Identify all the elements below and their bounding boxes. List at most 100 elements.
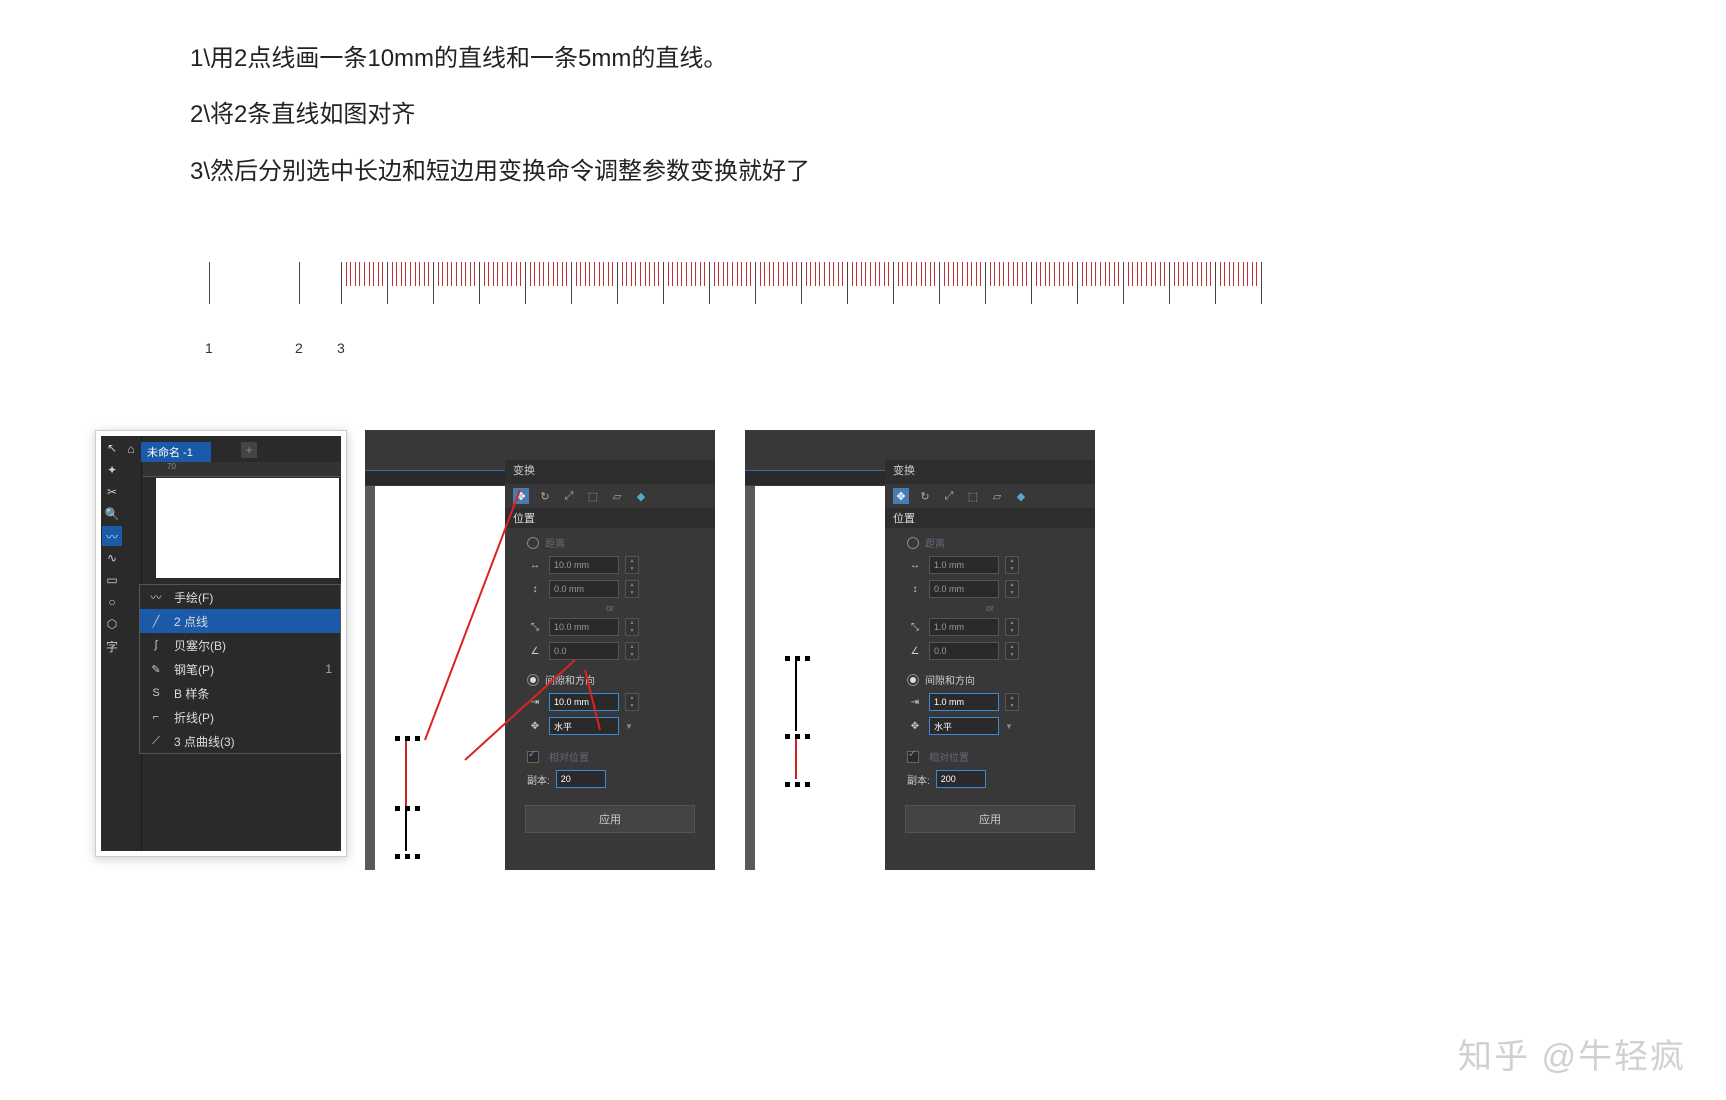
length-input-p3[interactable]: 1.0 mm [929,618,999,636]
relative-checkbox[interactable] [527,751,539,763]
rectangle-tool-icon[interactable]: ▭ [102,570,122,590]
relative-checkbox-p3[interactable] [907,751,919,763]
len-spinner-p3[interactable]: ▲▼ [1005,618,1019,636]
freehand-tool-icon[interactable]: 〰 [102,526,122,546]
pen-icon: ✎ [148,663,164,676]
three-point-icon: ⟋ [148,735,164,748]
transform-skew-icon[interactable]: ▱ [609,488,625,504]
transform-size-icon-p3[interactable]: ⬚ [965,488,981,504]
transform-3d-icon-p3[interactable]: ◆ [1013,488,1029,504]
length-input[interactable]: 10.0 mm [549,618,619,636]
h-distance-icon: ↔ [527,560,543,571]
label-gap-direction-p3: 间隙和方向 [925,672,975,687]
ruler-illustration: 1 2 3 [195,262,1295,322]
p2-canvas[interactable] [365,486,505,870]
ang-spinner[interactable]: ▲▼ [625,642,639,660]
flyout-freehand[interactable]: 〰 手绘(F) [140,585,340,609]
flyout-bezier[interactable]: ∫ 贝塞尔(B) [140,633,340,657]
gap-input[interactable]: 10.0 mm [549,693,619,711]
gap-spinner-p3[interactable]: ▲▼ [1005,693,1019,711]
apply-button-p3[interactable]: 应用 [905,805,1075,833]
flyout-freehand-label: 手绘(F) [174,589,213,606]
polygon-tool-icon[interactable]: ⬡ [102,614,122,634]
section-position: 位置 [505,508,715,528]
crop-tool-icon[interactable]: ✂ [102,482,122,502]
transform-rotate-icon-p3[interactable]: ↻ [917,488,933,504]
horizontal-ruler: 70 [143,462,341,477]
len-spinner[interactable]: ▲▼ [625,618,639,636]
v-distance-input[interactable]: 0.0 mm [549,580,619,598]
flyout-three-point-curve[interactable]: ⟋ 3 点曲线(3) [140,729,340,753]
copies-input-p3[interactable]: 200 [936,770,986,788]
ruler-label-2: 2 [295,340,303,356]
transform-3d-icon[interactable]: ◆ [633,488,649,504]
transform-scale-icon[interactable]: ⤢ [561,488,577,504]
bspline-icon: S [148,687,164,699]
angle-icon: ∠ [527,646,543,657]
transform-docker-p2: 变换 ✥ ↻ ⤢ ⬚ ▱ ◆ 位置 距离 ↔10.0 mm▲▼ ↕0.0 mm▲… [505,460,715,870]
length-icon-p3: ⤡ [907,622,923,633]
flyout-three-point-label: 3 点曲线(3) [174,733,235,750]
new-tab-button[interactable]: + [241,442,257,458]
flyout-polyline[interactable]: ⌐ 折线(P) [140,705,340,729]
flyout-pen-shortcut: 1 [325,662,332,676]
apply-button[interactable]: 应用 [525,805,695,833]
shape-tool-icon[interactable]: ✦ [102,460,122,480]
gap-input-p3[interactable]: 1.0 mm [929,693,999,711]
transform-size-icon[interactable]: ⬚ [585,488,601,504]
or-separator: or [515,601,705,615]
flyout-pen-label: 钢笔(P) [174,661,214,678]
sample-line-5mm-p3 [795,739,797,779]
h-distance-input[interactable]: 10.0 mm [549,556,619,574]
v-distance-icon-p3: ↕ [907,584,923,595]
direction-icon: ✥ [527,721,543,732]
p3-canvas[interactable] [745,486,885,870]
transform-rotate-icon[interactable]: ↻ [537,488,553,504]
direction-icon-p3: ✥ [907,721,923,732]
angle-input-p3[interactable]: 0.0 [929,642,999,660]
v-distance-input-p3[interactable]: 0.0 mm [929,580,999,598]
instruction-3: 3\然后分别选中长边和短边用变换命令调整参数变换就好了 [190,153,1726,191]
canvas-area[interactable] [156,478,339,578]
dropdown-icon[interactable]: ▼ [625,722,633,731]
flyout-pen[interactable]: ✎ 钢笔(P) 1 [140,657,340,681]
flyout-bspline[interactable]: S B 样条 [140,681,340,705]
v-spinner-p3[interactable]: ▲▼ [1005,580,1019,598]
radio-distance[interactable] [527,537,539,549]
label-gap-direction: 间隙和方向 [545,672,595,687]
angle-input[interactable]: 0.0 [549,642,619,660]
text-tool-icon[interactable]: 字 [102,636,122,656]
v-spinner[interactable]: ▲▼ [625,580,639,598]
transform-position-icon-p3[interactable]: ✥ [893,488,909,504]
flyout-polyline-label: 折线(P) [174,709,214,726]
transform-scale-icon-p3[interactable]: ⤢ [941,488,957,504]
line-tool-flyout: 〰 手绘(F) ╱ 2 点线 ∫ 贝塞尔(B) ✎ 钢笔(P) 1 S B 样条… [139,584,341,754]
transform-position-icon[interactable]: ✥ [513,488,529,504]
zoom-tool-icon[interactable]: 🔍 [102,504,122,524]
radio-distance-p3[interactable] [907,537,919,549]
copies-label: 副本: [527,772,550,787]
polyline-icon: ⌐ [148,711,164,723]
direction-select[interactable]: 水平 [549,717,619,735]
flyout-two-point-line[interactable]: ╱ 2 点线 [140,609,340,633]
artistic-tool-icon[interactable]: ∿ [102,548,122,568]
home-icon[interactable]: ⌂ [123,442,139,456]
direction-select-p3[interactable]: 水平 [929,717,999,735]
instruction-2: 2\将2条直线如图对齐 [190,96,1726,134]
document-tab[interactable]: 未命名 -1 [141,442,211,462]
gap-spinner[interactable]: ▲▼ [625,693,639,711]
copies-input[interactable]: 20 [556,770,606,788]
ellipse-tool-icon[interactable]: ○ [102,592,122,612]
pick-tool-icon[interactable]: ↖ [102,438,122,458]
gap-icon: ⇥ [527,697,543,708]
h-distance-input-p3[interactable]: 1.0 mm [929,556,999,574]
radio-gap-direction[interactable] [527,674,539,686]
docker-title-p3: 变换 [885,460,1095,484]
radio-gap-direction-p3[interactable] [907,674,919,686]
relative-label-p3: 相对位置 [929,749,969,764]
h-spinner[interactable]: ▲▼ [625,556,639,574]
h-spinner-p3[interactable]: ▲▼ [1005,556,1019,574]
dropdown-icon-p3[interactable]: ▼ [1005,722,1013,731]
ang-spinner-p3[interactable]: ▲▼ [1005,642,1019,660]
transform-skew-icon-p3[interactable]: ▱ [989,488,1005,504]
